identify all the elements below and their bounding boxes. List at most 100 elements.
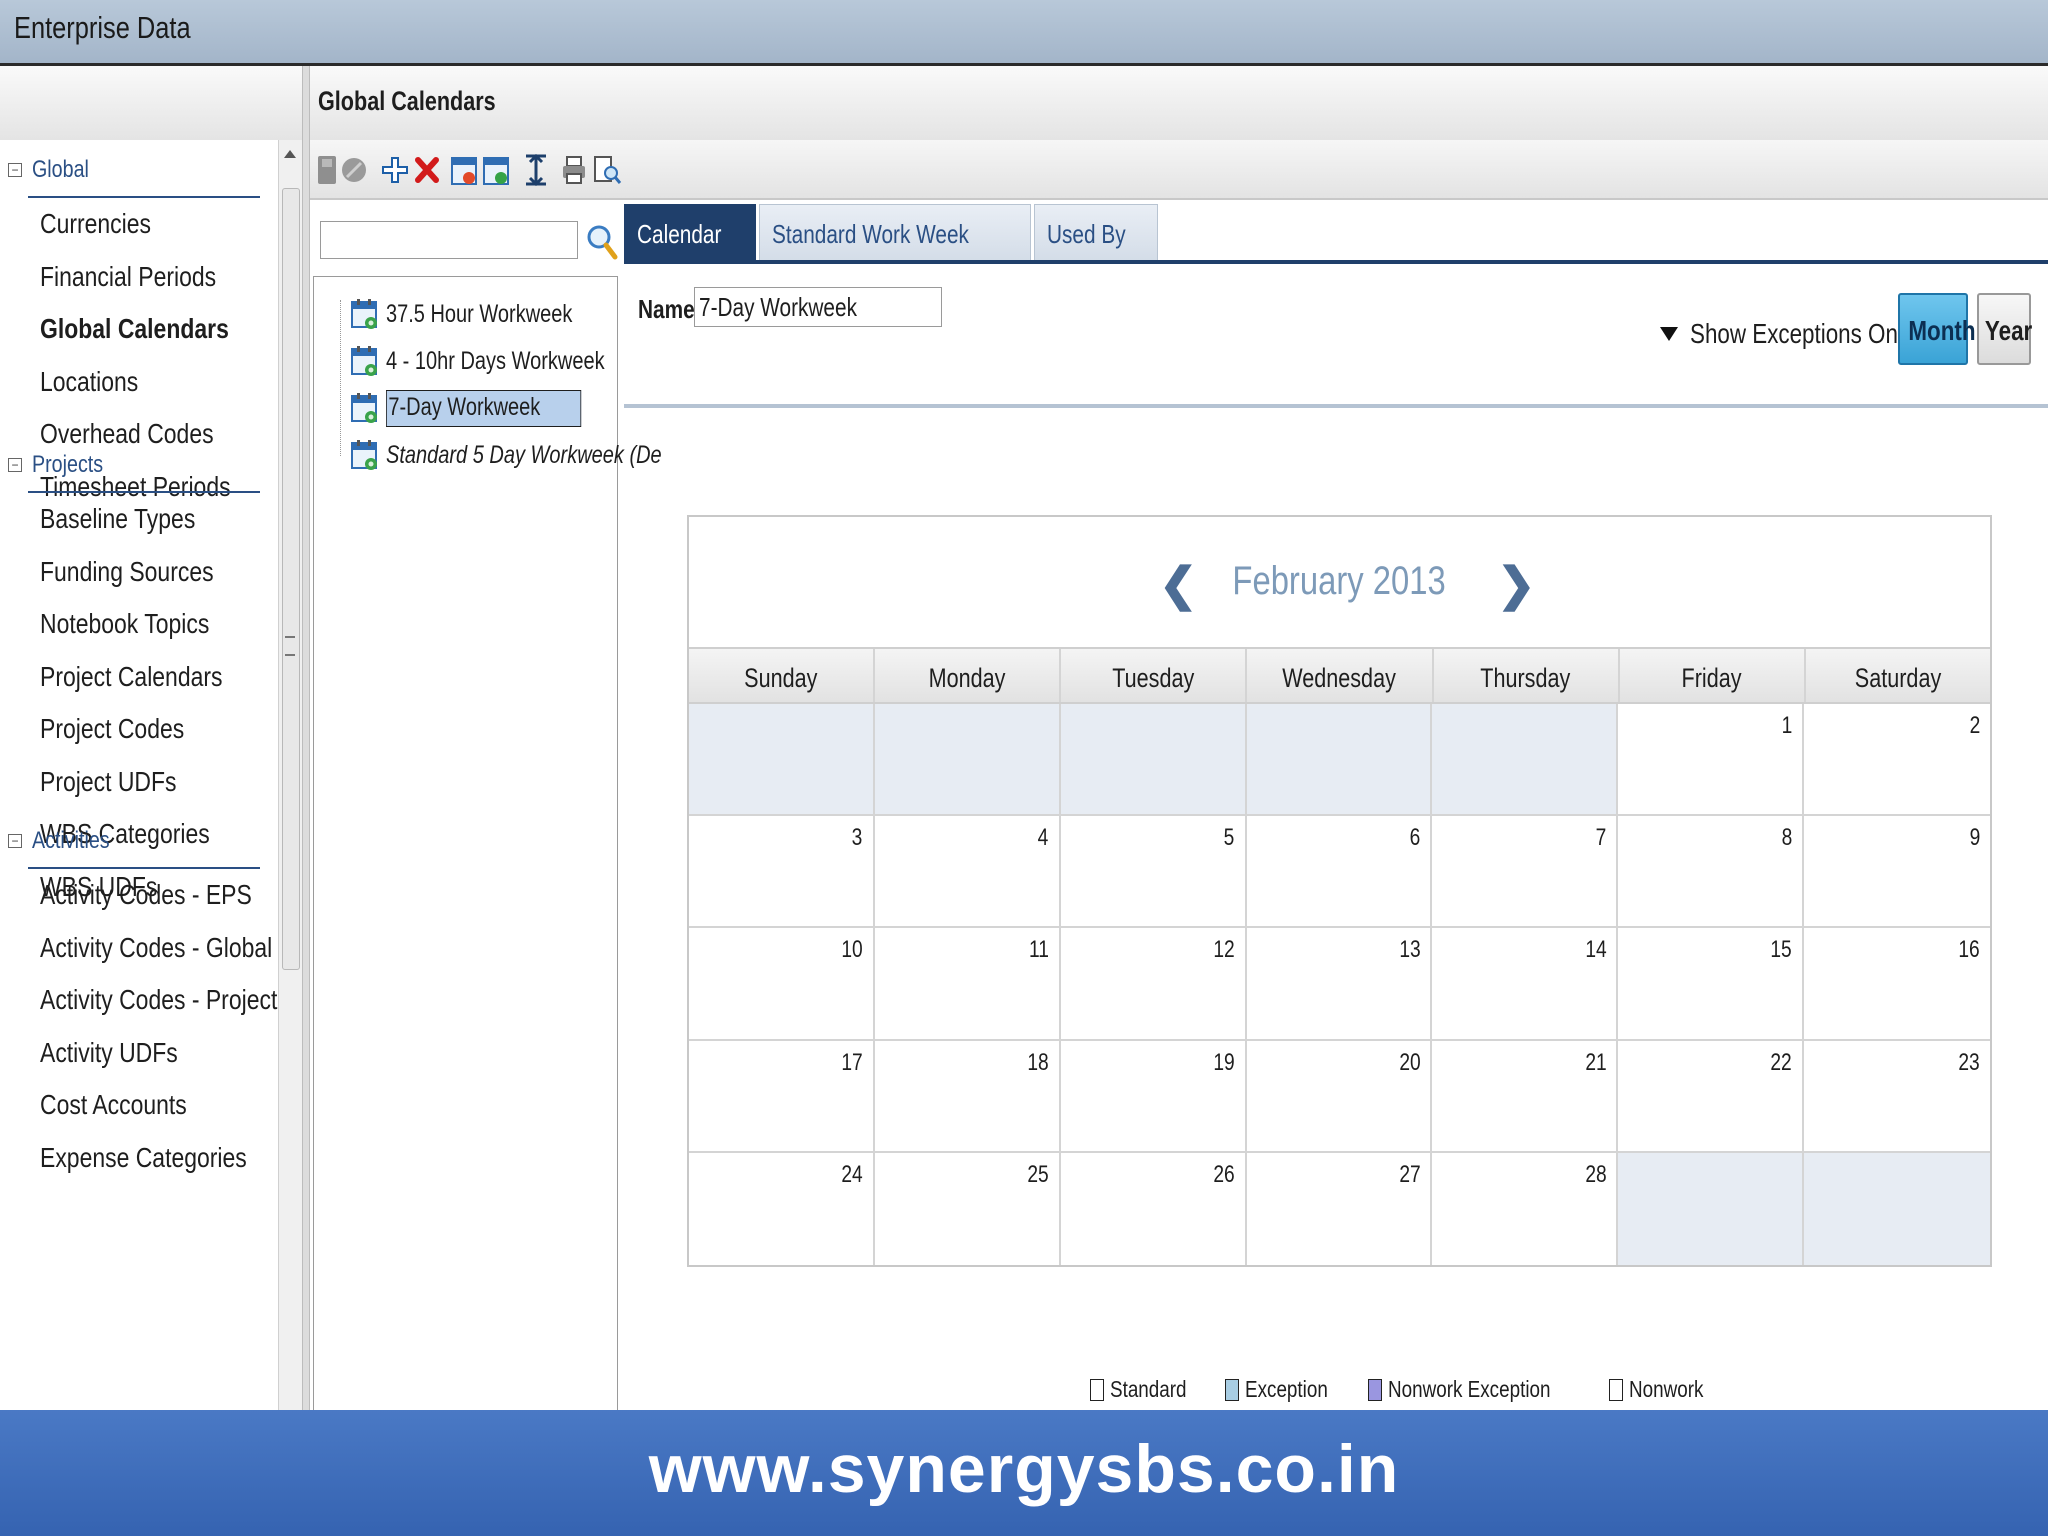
empty-day-cell <box>1804 1152 1990 1265</box>
sidebar-item-activity-codes-eps[interactable]: Activity Codes - EPS <box>40 879 252 911</box>
print-icon[interactable] <box>560 152 588 188</box>
sidebar-item-currencies[interactable]: Currencies <box>40 208 151 240</box>
scroll-up-icon[interactable] <box>284 150 296 158</box>
legend-swatch <box>1090 1378 1104 1401</box>
day-cell[interactable]: 27 <box>1246 1152 1433 1265</box>
sidebar-item-activity-udfs[interactable]: Activity UDFs <box>40 1037 178 1069</box>
sidebar-group-activities[interactable]: − Activities <box>8 827 127 855</box>
add-icon[interactable] <box>382 152 408 188</box>
sidebar-item-global-calendars[interactable]: Global Calendars <box>40 313 229 345</box>
calendar-list-item-label: Standard 5 Day Workweek (De <box>386 440 662 469</box>
next-month-icon[interactable]: ❯ <box>1497 557 1536 611</box>
tab-used-by[interactable]: Used By <box>1033 204 1158 260</box>
day-cell[interactable]: 3 <box>689 816 875 929</box>
day-number: 14 <box>1584 936 1607 964</box>
day-cell[interactable]: 7 <box>1432 816 1619 929</box>
day-cell[interactable]: 25 <box>874 1152 1061 1265</box>
tab-calendar[interactable]: Calendar <box>624 204 756 260</box>
calendar-add-icon[interactable] <box>450 152 478 188</box>
name-field[interactable]: 7-Day Workweek <box>694 287 942 327</box>
sidebar-item-funding-sources[interactable]: Funding Sources <box>40 556 214 588</box>
day-cell[interactable]: 26 <box>1060 1152 1247 1265</box>
day-cell[interactable]: 20 <box>1246 1040 1433 1153</box>
panel-header: Global Calendars <box>310 66 2048 141</box>
weekday-saturday: Saturday <box>1806 649 1990 702</box>
search-input[interactable] <box>320 221 578 259</box>
day-cell[interactable]: 5 <box>1060 816 1247 929</box>
scrollbar-thumb[interactable] <box>282 188 300 970</box>
day-cell[interactable]: 24 <box>689 1152 875 1265</box>
day-cell[interactable]: 10 <box>689 928 875 1041</box>
collapse-icon[interactable]: − <box>8 458 22 472</box>
search-icon[interactable] <box>584 222 620 262</box>
footer-banner: www.synergysbs.co.in <box>0 1410 2048 1536</box>
delete-icon[interactable] <box>414 152 440 188</box>
day-cell[interactable]: 8 <box>1618 816 1805 929</box>
weekday-sunday: Sunday <box>689 649 876 702</box>
save-icon[interactable] <box>316 152 338 188</box>
day-cell[interactable]: 11 <box>874 928 1061 1041</box>
weekday-thursday: Thursday <box>1434 649 1620 702</box>
day-cell[interactable]: 9 <box>1804 816 1990 929</box>
day-number: 6 <box>1409 824 1421 852</box>
tab-standard-work-week[interactable]: Standard Work Week <box>758 204 1031 260</box>
weekday-tuesday: Tuesday <box>1061 649 1248 702</box>
month-view-button[interactable]: Month <box>1898 293 1976 365</box>
sidebar-item-project-udfs[interactable]: Project UDFs <box>40 766 177 798</box>
sidebar-item-activity-codes-global[interactable]: Activity Codes - Global <box>40 932 272 964</box>
day-cell[interactable]: 21 <box>1432 1040 1619 1153</box>
day-cell[interactable]: 17 <box>689 1040 875 1153</box>
calendar-copy-icon[interactable] <box>482 152 510 188</box>
sidebar-group-global[interactable]: − Global <box>8 156 101 184</box>
calendar-list-item[interactable]: 37.5 Hour Workweek <box>350 296 619 332</box>
weekday-label: Thursday <box>1480 663 1571 693</box>
sidebar-scrollbar[interactable] <box>278 140 303 1410</box>
collapse-icon[interactable]: − <box>8 163 22 177</box>
sidebar-item-cost-accounts[interactable]: Cost Accounts <box>40 1089 187 1121</box>
tab-underline <box>624 260 2048 264</box>
expand-icon[interactable] <box>522 152 550 188</box>
day-cell[interactable]: 28 <box>1432 1152 1619 1265</box>
day-cell[interactable]: 19 <box>1060 1040 1247 1153</box>
day-number: 15 <box>1770 936 1793 964</box>
collapse-icon[interactable]: − <box>8 834 22 848</box>
sidebar-item-activity-codes-project[interactable]: Activity Codes - Project <box>40 984 277 1016</box>
empty-day-cell <box>1246 704 1433 817</box>
day-number: 21 <box>1584 1048 1607 1076</box>
sidebar-item-baseline-types[interactable]: Baseline Types <box>40 503 195 535</box>
sidebar-item-notebook-topics[interactable]: Notebook Topics <box>40 608 209 640</box>
panel-divider[interactable] <box>302 66 310 1410</box>
sidebar-group-projects[interactable]: − Projects <box>8 451 119 479</box>
sidebar-item-project-calendars[interactable]: Project Calendars <box>40 661 223 693</box>
day-cell[interactable]: 16 <box>1804 928 1990 1041</box>
day-cell[interactable]: 13 <box>1246 928 1433 1041</box>
day-cell[interactable]: 4 <box>874 816 1061 929</box>
print-preview-icon[interactable] <box>592 152 622 188</box>
year-view-button[interactable]: Year <box>1977 293 2032 365</box>
calendar-list-item[interactable]: 4 - 10hr Days Workweek <box>350 343 659 379</box>
calendar-list-item[interactable]: 7-Day Workweek <box>350 389 630 427</box>
sidebar-group-divider <box>28 196 260 198</box>
day-cell[interactable]: 15 <box>1618 928 1805 1041</box>
day-cell[interactable]: 23 <box>1804 1040 1990 1153</box>
sidebar-item-overhead-codes[interactable]: Overhead Codes <box>40 418 214 450</box>
day-cell[interactable]: 2 <box>1804 704 1990 817</box>
sidebar-item-locations[interactable]: Locations <box>40 366 138 398</box>
day-cell[interactable]: 22 <box>1618 1040 1805 1153</box>
sidebar-item-project-codes[interactable]: Project Codes <box>40 713 184 745</box>
weekday-label: Monday <box>928 663 1006 693</box>
day-number: 8 <box>1781 824 1793 852</box>
sidebar-item-expense-categories[interactable]: Expense Categories <box>40 1142 247 1174</box>
cancel-icon[interactable] <box>340 152 368 188</box>
calendar-icon <box>350 391 380 425</box>
day-number: 20 <box>1399 1048 1421 1076</box>
day-cell[interactable]: 1 <box>1618 704 1805 817</box>
day-number: 26 <box>1213 1160 1235 1188</box>
day-cell[interactable]: 14 <box>1432 928 1619 1041</box>
day-cell[interactable]: 18 <box>874 1040 1061 1153</box>
day-cell[interactable]: 6 <box>1246 816 1433 929</box>
weekday-label: Saturday <box>1854 663 1942 693</box>
sidebar-item-financial-periods[interactable]: Financial Periods <box>40 261 216 293</box>
calendar-list-item[interactable]: Standard 5 Day Workweek (De <box>350 437 731 473</box>
day-cell[interactable]: 12 <box>1060 928 1247 1041</box>
